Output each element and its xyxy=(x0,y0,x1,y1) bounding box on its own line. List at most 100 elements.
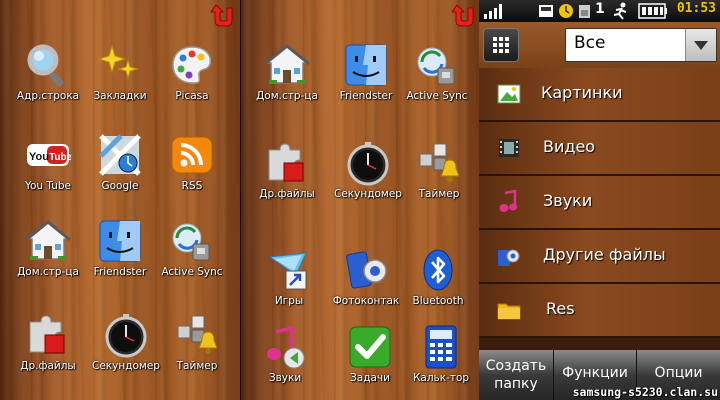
app-sounds[interactable]: Звуки xyxy=(245,324,325,384)
folder-label: Картинки xyxy=(541,83,623,102)
app-calculator[interactable]: Кальк-тор xyxy=(401,324,480,384)
watermark: samsung-s5230.clan.su xyxy=(572,385,718,399)
bluetooth-icon xyxy=(415,247,461,293)
app-label: Таймер xyxy=(418,188,460,200)
chevron-down-icon[interactable] xyxy=(685,29,716,61)
back-arrow-icon[interactable] xyxy=(210,2,236,28)
app-friendster[interactable]: Friendster xyxy=(326,42,406,102)
app-games[interactable]: Игры xyxy=(249,247,329,307)
app-label: Закладки xyxy=(93,90,147,102)
app-label: Friendster xyxy=(339,90,393,102)
app-photocontact[interactable]: Фотоконтак xyxy=(326,247,406,307)
app-stopwatch[interactable]: Секундомер xyxy=(328,140,408,200)
app-other-files[interactable]: Др.файлы xyxy=(8,312,88,372)
folder-label: Видео xyxy=(543,137,596,156)
app-timer[interactable]: Таймер xyxy=(399,140,479,200)
other-files-icon xyxy=(498,249,520,266)
app-label: Адр.строка xyxy=(16,90,80,102)
app-label: RSS xyxy=(181,180,203,192)
grid-view-button[interactable] xyxy=(483,28,519,62)
app-label: Active Sync xyxy=(406,90,468,102)
app-label: Игры xyxy=(274,295,304,307)
app-label: Active Sync xyxy=(161,266,223,278)
back-arrow-icon[interactable] xyxy=(451,2,477,28)
app-label: Дом.стр-ца xyxy=(17,266,79,278)
app-friendster[interactable]: Friendster xyxy=(80,218,160,278)
app-label: Фотоконтак xyxy=(332,295,400,307)
folder-label: Res xyxy=(546,299,575,318)
filter-value: Все xyxy=(574,33,606,53)
app-google[interactable]: Google xyxy=(80,132,160,192)
app-bluetooth[interactable]: Bluetooth xyxy=(398,247,478,307)
app-other-files[interactable]: Др.файлы xyxy=(247,140,327,200)
app-homepage[interactable]: Дом.стр-ца xyxy=(247,42,327,102)
youtube-icon xyxy=(25,132,71,178)
grid-icon xyxy=(493,37,509,53)
folder-row-images[interactable]: Картинки xyxy=(479,68,720,122)
app-address-bar[interactable]: Адр.строка xyxy=(8,42,88,102)
games-icon xyxy=(266,247,312,293)
options-label: Опции xyxy=(654,365,703,381)
stopwatch-icon xyxy=(103,312,149,358)
folder-label: Звуки xyxy=(543,191,593,210)
app-picasa[interactable]: Picasa xyxy=(152,42,232,102)
folder-row-video[interactable]: Видео xyxy=(479,122,720,176)
app-timer[interactable]: Таймер xyxy=(157,312,237,372)
app-menu-page-2: Дом.стр-ца Friendster Active Sync Др.фай… xyxy=(240,0,480,400)
photocontact-icon xyxy=(343,247,389,293)
file-toolbar: Все xyxy=(479,22,720,70)
sync-icon xyxy=(169,218,215,264)
app-label: Picasa xyxy=(175,90,209,102)
stopwatch-icon xyxy=(345,140,391,186)
sync-icon xyxy=(414,42,460,88)
indicator-number: 1 xyxy=(595,1,605,17)
app-rss[interactable]: RSS xyxy=(152,132,232,192)
app-active-sync[interactable]: Active Sync xyxy=(152,218,232,278)
functions-label: Функции xyxy=(562,365,628,381)
rss-icon xyxy=(169,132,215,178)
app-homepage[interactable]: Дом.стр-ца xyxy=(8,218,88,278)
finder-face-icon xyxy=(97,218,143,264)
app-youtube[interactable]: You Tube xyxy=(8,132,88,192)
create-folder-button[interactable]: Создать папку xyxy=(479,350,554,400)
music-note-icon xyxy=(262,324,308,370)
create-folder-line2: папку xyxy=(494,376,538,392)
folder-row-sounds[interactable]: Звуки xyxy=(479,176,720,230)
storage-icon xyxy=(539,5,553,17)
app-active-sync[interactable]: Active Sync xyxy=(397,42,477,102)
app-label: You Tube xyxy=(24,180,72,192)
house-icon xyxy=(25,218,71,264)
clock: 01:53 xyxy=(676,1,716,16)
sound-folder-icon xyxy=(499,190,517,212)
app-label: Bluetooth xyxy=(412,295,464,307)
alarm-clock-icon xyxy=(559,4,573,18)
signal-icon xyxy=(484,4,502,19)
app-label: Кальк-тор xyxy=(412,372,470,384)
folder-icon xyxy=(497,303,521,320)
filter-dropdown[interactable]: Все xyxy=(565,28,717,62)
running-man-icon xyxy=(613,2,627,20)
timer-bell-icon xyxy=(174,312,220,358)
house-icon xyxy=(264,42,310,88)
stars-icon xyxy=(97,42,143,88)
folder-row-other-files[interactable]: Другие файлы xyxy=(479,230,720,284)
app-label: Звуки xyxy=(268,372,302,384)
image-folder-icon xyxy=(497,84,521,104)
folder-row-res[interactable]: Res xyxy=(479,284,720,338)
video-folder-icon xyxy=(499,139,519,157)
app-label: Google xyxy=(101,180,139,192)
folder-label: Другие файлы xyxy=(543,245,666,264)
timer-bell-icon xyxy=(416,140,462,186)
app-label: Таймер xyxy=(176,360,218,372)
google-maps-icon xyxy=(97,132,143,178)
app-label: Задачи xyxy=(350,372,390,384)
status-bar: 1 01:53 xyxy=(479,0,720,23)
finder-face-icon xyxy=(343,42,389,88)
app-bookmarks[interactable]: Закладки xyxy=(80,42,160,102)
puzzle-icon xyxy=(264,140,310,186)
puzzle-icon xyxy=(25,312,71,358)
app-tasks[interactable]: Задачи xyxy=(330,324,410,384)
app-label: Др.файлы xyxy=(259,188,315,200)
app-stopwatch[interactable]: Секундомер xyxy=(86,312,166,372)
palette-icon xyxy=(169,42,215,88)
